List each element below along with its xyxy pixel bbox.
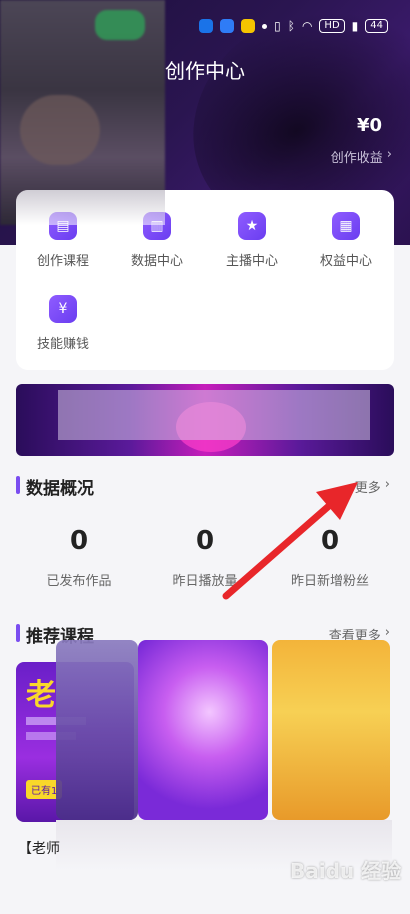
- annotation-arrow-icon: [222, 482, 358, 600]
